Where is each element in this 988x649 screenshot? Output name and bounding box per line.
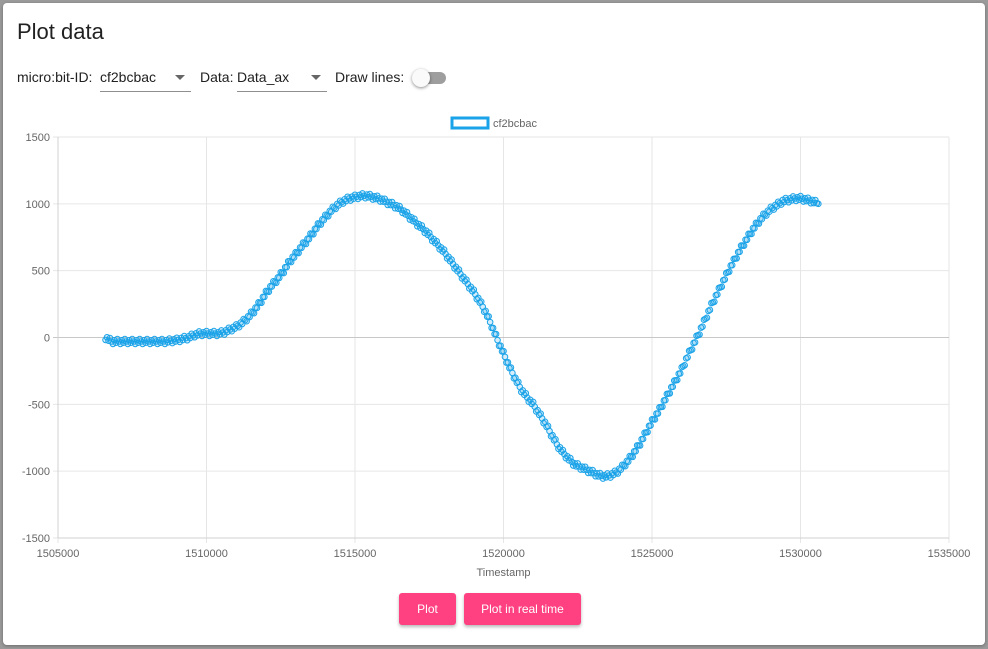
- data-point: [644, 428, 651, 436]
- data-point: [305, 235, 313, 243]
- data-point: [280, 269, 288, 277]
- data-point: [624, 458, 632, 465]
- data-point: [651, 416, 659, 423]
- data-point: [310, 231, 317, 238]
- data-point: [725, 268, 733, 276]
- data-point: [714, 291, 721, 298]
- data-point: [666, 390, 674, 397]
- y-tick-label: -500: [28, 399, 50, 411]
- data-point: [743, 236, 751, 244]
- data-point: [688, 346, 696, 353]
- x-tick-label: 1520000: [482, 548, 525, 560]
- data-point: [489, 324, 497, 332]
- data-point: [632, 448, 639, 455]
- data-point: [736, 248, 743, 256]
- data-point: [482, 307, 489, 315]
- plot-button[interactable]: Plot: [399, 593, 456, 625]
- legend-label: cf2bcbac: [493, 118, 538, 130]
- y-tick-label: 1500: [26, 132, 50, 144]
- data-point: [696, 331, 703, 338]
- data-point: [295, 249, 302, 257]
- data-point: [684, 354, 691, 361]
- data-point: [721, 276, 729, 283]
- x-tick-label: 1510000: [185, 548, 228, 560]
- data-point: [669, 383, 677, 391]
- scatter-chart: 1505000 1510000 1515000 1520000 1525000 15300…: [22, 116, 971, 579]
- data-point: [500, 347, 507, 355]
- chart-legend: cf2bcbac: [450, 116, 538, 130]
- data-point: [703, 314, 711, 322]
- data-point: [691, 339, 699, 346]
- data-point: [659, 403, 666, 411]
- data-point: [706, 306, 714, 314]
- x-tick-label: 1515000: [334, 548, 377, 560]
- data-point: [261, 293, 268, 301]
- data-point: [647, 422, 654, 429]
- data-point: [748, 230, 755, 238]
- y-tick-label: -1000: [22, 466, 50, 478]
- data-point: [718, 283, 726, 291]
- data-point: [253, 304, 261, 312]
- data-point: [654, 410, 662, 417]
- y-tick-label: -1500: [22, 533, 50, 545]
- data-point: [751, 225, 758, 232]
- plot-panel: Plot data micro:bit-ID: cf2bcbac Data: D…: [3, 3, 985, 645]
- data-point: [492, 330, 500, 338]
- data-point: [501, 353, 509, 361]
- x-tick-label: 1535000: [928, 548, 971, 560]
- data-point: [673, 376, 681, 384]
- x-tick-label: 1530000: [779, 548, 822, 560]
- data-point: [639, 435, 647, 443]
- data-point: [258, 299, 265, 307]
- data-point: [728, 261, 736, 269]
- data-point: [265, 288, 273, 296]
- x-tick-label: 1505000: [37, 548, 80, 560]
- data-point: [250, 309, 258, 317]
- y-tick-label: 0: [44, 333, 50, 345]
- x-axis-label: Timestamp: [477, 567, 531, 579]
- data-point: [275, 274, 283, 282]
- data-point: [507, 364, 515, 371]
- data-point: [629, 453, 636, 461]
- plot-realtime-button[interactable]: Plot in real time: [464, 593, 581, 625]
- data-point: [494, 336, 501, 344]
- data-point: [699, 323, 706, 330]
- x-tick-label: 1525000: [631, 548, 674, 560]
- data-point: [676, 370, 684, 377]
- data-point: [681, 362, 688, 369]
- data-point: [313, 225, 320, 233]
- data-point: [283, 263, 290, 271]
- data-point: [740, 242, 748, 249]
- data-point: [486, 318, 494, 326]
- data-point: [636, 442, 644, 449]
- data-point: [497, 342, 504, 349]
- data-point: [485, 313, 492, 320]
- y-tick-label: 1000: [26, 199, 50, 211]
- y-tick-label: 500: [32, 266, 50, 278]
- data-point: [733, 255, 740, 262]
- data-point: [662, 396, 669, 404]
- data-points: [102, 190, 822, 482]
- data-point: [815, 200, 822, 208]
- legend-swatch: [450, 116, 490, 130]
- data-point: [711, 298, 718, 306]
- data-point: [504, 359, 512, 366]
